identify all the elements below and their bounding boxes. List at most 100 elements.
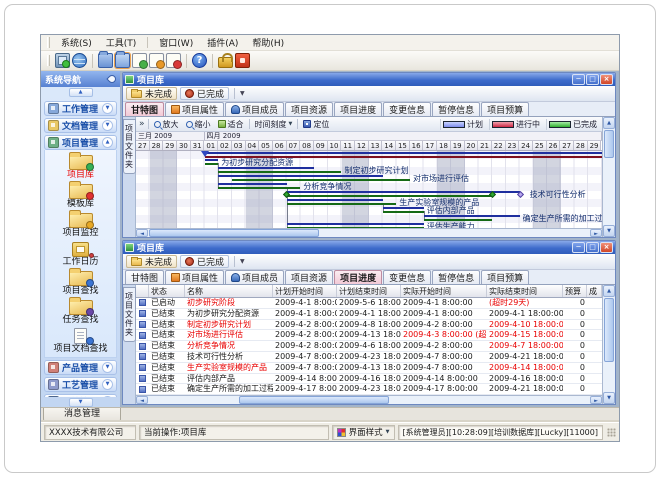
menu-item-0[interactable]: 系统(S) (54, 35, 99, 50)
collapse-icon[interactable]: ▲ (102, 137, 113, 148)
task-plan-bar[interactable] (287, 191, 520, 193)
filter-finished-button[interactable]: 已完成 (180, 255, 229, 268)
tab-message-management[interactable]: 消息管理 (43, 408, 121, 422)
table-row[interactable]: 已结束技术可行性分析2009-4-7 8:00:002009-4-23 18:0… (136, 352, 602, 363)
restore-button[interactable] (586, 242, 599, 253)
menu-item-4[interactable]: 帮助(H) (245, 35, 291, 50)
table-row[interactable]: 已结束对市场进行评估2009-4-2 8:00:002009-4-13 18:0… (136, 330, 602, 341)
zoom-out-button[interactable]: 缩小 (184, 119, 213, 130)
menu-item-2[interactable]: 窗口(W) (152, 35, 200, 50)
table-row[interactable]: 已结束生产实验室规模的产品2009-4-7 8:00:002009-4-13 1… (136, 363, 602, 374)
filter-finished-button[interactable]: 已完成 (180, 87, 229, 100)
column-header-7[interactable]: 预算 (563, 285, 587, 297)
column-header-1[interactable]: 状态 (149, 285, 185, 297)
task-plan-bar[interactable] (424, 215, 520, 217)
locate-button[interactable]: 定位 (301, 119, 331, 130)
task-done-bar[interactable] (232, 179, 410, 181)
table-row[interactable]: 已结束评估内部产品2009-4-14 8:00:002009-4-16 18:0… (136, 374, 602, 385)
task-done-bar[interactable] (424, 219, 493, 221)
folder-icon[interactable] (98, 53, 113, 68)
table-tab-6[interactable]: 暂停信息 (432, 270, 480, 284)
filter-more-button[interactable] (240, 258, 245, 265)
scroll-left-button[interactable] (136, 396, 148, 404)
scroll-right-button[interactable] (590, 229, 602, 237)
close-button[interactable] (600, 74, 613, 85)
table-tab-7[interactable]: 项目预算 (481, 270, 529, 284)
gantt-tab-5[interactable]: 变更信息 (383, 102, 431, 116)
task-done-bar[interactable] (383, 211, 424, 213)
task-plan-bar[interactable] (218, 175, 382, 177)
gantt-tab-3[interactable]: 项目资源 (285, 102, 333, 116)
task-plan-bar[interactable] (218, 167, 314, 169)
filter-unfinished-button[interactable]: 未完成 (126, 87, 177, 100)
sidebar-scroll-down-button[interactable] (69, 398, 93, 407)
task-done-bar[interactable] (287, 227, 424, 228)
vscroll-thumb[interactable] (604, 130, 614, 158)
filter-unfinished-button[interactable]: 未完成 (126, 255, 177, 268)
table-body[interactable]: 已启动初步研究阶段2009-4-1 8:00:002009-5-6 18:00:… (136, 298, 602, 395)
sidebar-item-project-monitor[interactable]: 项目监控 (45, 211, 116, 238)
scroll-down-button[interactable] (603, 225, 615, 237)
vscroll-thumb[interactable] (604, 298, 614, 362)
gantt-vscrollbar[interactable] (602, 117, 615, 237)
gantt-hscrollbar[interactable] (136, 228, 602, 237)
table-row[interactable]: 已结束为初步研究分配资源2009-4-1 8:00:002009-4-1 18:… (136, 309, 602, 320)
table-row[interactable]: 已启动初步研究阶段2009-4-1 8:00:002009-5-6 18:00:… (136, 298, 602, 309)
minimize-button[interactable] (572, 74, 585, 85)
menu-item-1[interactable]: 工具(T) (99, 35, 144, 50)
table-window-titlebar[interactable]: 项目库 (123, 241, 615, 254)
sidebar-group-product-mgmt[interactable]: 产品管理▼ (44, 360, 117, 375)
table-vscrollbar[interactable] (602, 285, 615, 404)
gantt-tab-7[interactable]: 项目预算 (481, 102, 529, 116)
sidebar-group-work-mgmt[interactable]: 工作管理▼ (44, 101, 117, 116)
task-plan-bar[interactable] (287, 223, 424, 225)
column-header-5[interactable]: 实际开始时间 (401, 285, 487, 297)
task-plan-bar[interactable] (383, 207, 424, 209)
task-plan-bar[interactable] (218, 183, 287, 185)
time-scale-button[interactable]: 时间刻度 (253, 119, 295, 130)
task-plan-bar[interactable] (287, 199, 383, 201)
column-header-2[interactable]: 名称 (185, 285, 273, 297)
sidebar-collapse-button[interactable] (69, 88, 93, 97)
gantt-window-titlebar[interactable]: 项目库 (123, 73, 615, 86)
summary-plan-bar[interactable] (205, 152, 602, 154)
side-tab-project-folder[interactable]: 项目文件夹 (123, 119, 136, 174)
task-done-bar[interactable] (287, 195, 493, 197)
restore-button[interactable] (586, 74, 599, 85)
gantt-tab-2[interactable]: 项目成员 (225, 102, 284, 116)
menu-item-3[interactable]: 插件(A) (200, 35, 245, 50)
menu-grip[interactable] (47, 37, 50, 48)
expand-icon[interactable]: ▼ (102, 379, 113, 390)
exit-icon[interactable] (235, 53, 250, 68)
toolbar-grip[interactable] (47, 55, 50, 66)
task-done-bar[interactable] (205, 163, 219, 165)
mail-check-icon[interactable] (149, 53, 164, 68)
mail-new-icon[interactable] (132, 53, 147, 68)
hscroll-thumb[interactable] (149, 229, 319, 237)
table-tab-5[interactable]: 变更信息 (383, 270, 431, 284)
table-row[interactable]: 已结束确定生产所需的加工过程2009-4-17 8:00:002009-4-23… (136, 384, 602, 395)
sidebar-group-process-mgmt[interactable]: 工艺管理▼ (44, 377, 117, 392)
sidebar-item-project-search[interactable]: 项目查找 (45, 269, 116, 296)
close-button[interactable] (600, 242, 613, 253)
column-header-6[interactable]: 实际结束时间 (487, 285, 563, 297)
expand-icon[interactable]: ▼ (102, 362, 113, 373)
pin-icon[interactable] (106, 73, 117, 84)
table-row[interactable]: 已结束分析竞争情况2009-4-2 8:00:002009-4-6 18:00:… (136, 341, 602, 352)
scroll-down-button[interactable] (603, 392, 615, 404)
gantt-tab-1[interactable]: 项目属性 (165, 102, 224, 116)
globe-icon[interactable] (72, 53, 87, 68)
filter-more-button[interactable] (240, 90, 245, 97)
resize-grip[interactable] (607, 428, 616, 437)
scroll-left-button[interactable] (136, 229, 148, 237)
gantt-chart[interactable]: 为初步研究分配资源制定初步研究计划对市场进行评估分析竞争情况技术可行性分析生产实… (136, 151, 602, 228)
sidebar-item-work-calendar[interactable]: 工作日历 (45, 240, 116, 267)
column-header-4[interactable]: 计划结束时间 (337, 285, 401, 297)
minimize-button[interactable] (572, 242, 585, 253)
table-tab-1[interactable]: 项目属性 (165, 270, 224, 284)
gantt-tab-6[interactable]: 暂停信息 (432, 102, 480, 116)
expand-icon[interactable]: ▼ (102, 120, 113, 131)
fit-button[interactable]: 适合 (216, 119, 246, 130)
gantt-tab-0[interactable]: 甘特图 (125, 102, 164, 116)
column-header-0[interactable] (136, 285, 149, 297)
